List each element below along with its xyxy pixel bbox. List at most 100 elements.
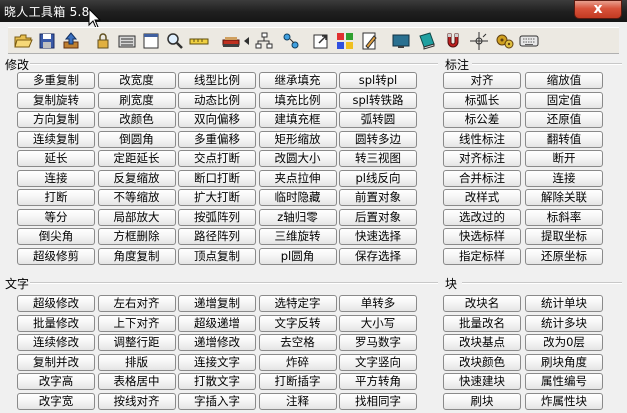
text-command-button[interactable]: 注释: [258, 392, 337, 410]
text-command-button[interactable]: 超级递增: [178, 314, 256, 332]
annotate-command-button[interactable]: 连接: [525, 169, 603, 187]
layers-icon[interactable]: [116, 30, 138, 52]
text-command-button[interactable]: 复制并改: [17, 353, 95, 371]
annotate-command-button[interactable]: 还原坐标: [525, 247, 603, 265]
modify-command-button[interactable]: 顶点复制: [178, 247, 256, 265]
annotate-command-button[interactable]: 选改过的: [443, 208, 521, 226]
modify-command-button[interactable]: 改颜色: [97, 111, 176, 128]
text-command-button[interactable]: 改字宽: [17, 392, 95, 410]
text-command-button[interactable]: 去空格: [258, 334, 337, 351]
annotate-command-button[interactable]: 翻转值: [525, 130, 603, 148]
text-command-button[interactable]: 文字竖向: [339, 353, 417, 371]
title-bar[interactable]: 晓人工具箱 5.8 x: [0, 0, 627, 29]
modify-command-button[interactable]: 交点打断: [178, 150, 256, 167]
zoom-icon[interactable]: [164, 30, 186, 52]
modify-command-button[interactable]: pl圆角: [258, 247, 337, 265]
text-command-button[interactable]: 调整行距: [97, 334, 176, 351]
text-command-button[interactable]: 批量修改: [17, 314, 95, 332]
book-icon[interactable]: [220, 30, 242, 52]
text-command-button[interactable]: 大小写: [339, 314, 417, 332]
annotate-command-button[interactable]: 解除关联: [525, 189, 603, 206]
edit-icon[interactable]: [358, 30, 380, 52]
modify-command-button[interactable]: 不等缩放: [97, 189, 176, 206]
block-command-button[interactable]: 快速建块: [443, 373, 521, 390]
block-command-button[interactable]: 统计多块: [525, 314, 603, 332]
text-command-button[interactable]: 递增修改: [178, 334, 256, 351]
modify-command-button[interactable]: 定距延长: [97, 150, 176, 167]
tree-icon[interactable]: [253, 30, 275, 52]
annotate-command-button[interactable]: 提取坐标: [525, 228, 603, 245]
block-command-button[interactable]: 改为0层: [525, 334, 603, 351]
save-icon[interactable]: [36, 30, 58, 52]
modify-command-button[interactable]: 超级修剪: [17, 247, 95, 265]
block-command-button[interactable]: 改块颜色: [443, 353, 521, 371]
modify-command-button[interactable]: 后置对象: [339, 208, 417, 226]
text-command-button[interactable]: 递增复制: [178, 295, 256, 312]
annotate-command-button[interactable]: 还原值: [525, 111, 603, 128]
upload-icon[interactable]: [60, 30, 82, 52]
modify-command-button[interactable]: 打断: [17, 189, 95, 206]
text-command-button[interactable]: 表格居中: [97, 373, 176, 390]
modify-command-button[interactable]: 保存选择: [339, 247, 417, 265]
modify-command-button[interactable]: 快速选择: [339, 228, 417, 245]
modify-command-button[interactable]: 多重复制: [17, 72, 95, 89]
magnet-icon[interactable]: [442, 30, 464, 52]
annotate-command-button[interactable]: 快选标样: [443, 228, 521, 245]
external-link-icon[interactable]: [310, 30, 332, 52]
modify-command-button[interactable]: 改宽度: [97, 72, 176, 89]
modify-command-button[interactable]: 动态比例: [178, 91, 256, 109]
modify-command-button[interactable]: z轴归零: [258, 208, 337, 226]
text-command-button[interactable]: 上下对齐: [97, 314, 176, 332]
text-command-button[interactable]: 按线对齐: [97, 392, 176, 410]
modify-command-button[interactable]: 弧转圆: [339, 111, 417, 128]
text-command-button[interactable]: 改字高: [17, 373, 95, 390]
modify-command-button[interactable]: 局部放大: [97, 208, 176, 226]
modify-command-button[interactable]: 复制旋转: [17, 91, 95, 109]
text-command-button[interactable]: 找相同字: [339, 392, 417, 410]
modify-command-button[interactable]: 改圆大小: [258, 150, 337, 167]
text-command-button[interactable]: 炸碎: [258, 353, 337, 371]
modify-command-button[interactable]: 延长: [17, 150, 95, 167]
annotate-command-button[interactable]: 对齐标注: [443, 150, 521, 167]
modify-command-button[interactable]: 路径阵列: [178, 228, 256, 245]
modify-command-button[interactable]: 前置对象: [339, 189, 417, 206]
close-button[interactable]: x: [574, 0, 622, 19]
modify-command-button[interactable]: spl转铁路: [339, 91, 417, 109]
block-command-button[interactable]: 改块基点: [443, 334, 521, 351]
annotate-command-button[interactable]: 改样式: [443, 189, 521, 206]
modify-command-button[interactable]: 矩形缩放: [258, 130, 337, 148]
modify-command-button[interactable]: 等分: [17, 208, 95, 226]
annotate-command-button[interactable]: 对齐: [443, 72, 521, 89]
gears-icon[interactable]: [494, 30, 516, 52]
block-command-button[interactable]: 炸属性块: [525, 392, 603, 410]
annotate-command-button[interactable]: 线性标注: [443, 130, 521, 148]
modify-command-button[interactable]: 继承填充: [258, 72, 337, 89]
text-command-button[interactable]: 罗马数字: [339, 334, 417, 351]
modify-command-button[interactable]: 填充比例: [258, 91, 337, 109]
modify-command-button[interactable]: 按弧阵列: [178, 208, 256, 226]
notebook-icon[interactable]: [416, 30, 438, 52]
modify-command-button[interactable]: 倒圆角: [97, 130, 176, 148]
modify-command-button[interactable]: spl转pl: [339, 72, 417, 89]
modify-command-button[interactable]: 夹点拉伸: [258, 169, 337, 187]
text-command-button[interactable]: 超级修改: [17, 295, 95, 312]
modify-command-button[interactable]: 建填充框: [258, 111, 337, 128]
annotate-command-button[interactable]: 标公差: [443, 111, 521, 128]
text-command-button[interactable]: 打散文字: [178, 373, 256, 390]
modify-command-button[interactable]: 双向偏移: [178, 111, 256, 128]
text-command-button[interactable]: 打断插字: [258, 373, 337, 390]
annotate-command-button[interactable]: 缩放值: [525, 72, 603, 89]
modify-command-button[interactable]: 反复缩放: [97, 169, 176, 187]
block-command-button[interactable]: 刷块角度: [525, 353, 603, 371]
keyboard-icon[interactable]: [518, 30, 540, 52]
annotate-command-button[interactable]: 标弧长: [443, 91, 521, 109]
palette-icon[interactable]: [334, 30, 356, 52]
block-command-button[interactable]: 批量改名: [443, 314, 521, 332]
text-command-button[interactable]: 左右对齐: [97, 295, 176, 312]
annotate-command-button[interactable]: 合并标注: [443, 169, 521, 187]
modify-command-button[interactable]: 角度复制: [97, 247, 176, 265]
arrow-left-icon[interactable]: [244, 37, 249, 45]
annotate-command-button[interactable]: 固定值: [525, 91, 603, 109]
modify-command-button[interactable]: 连接: [17, 169, 95, 187]
annotate-command-button[interactable]: 指定标样: [443, 247, 521, 265]
